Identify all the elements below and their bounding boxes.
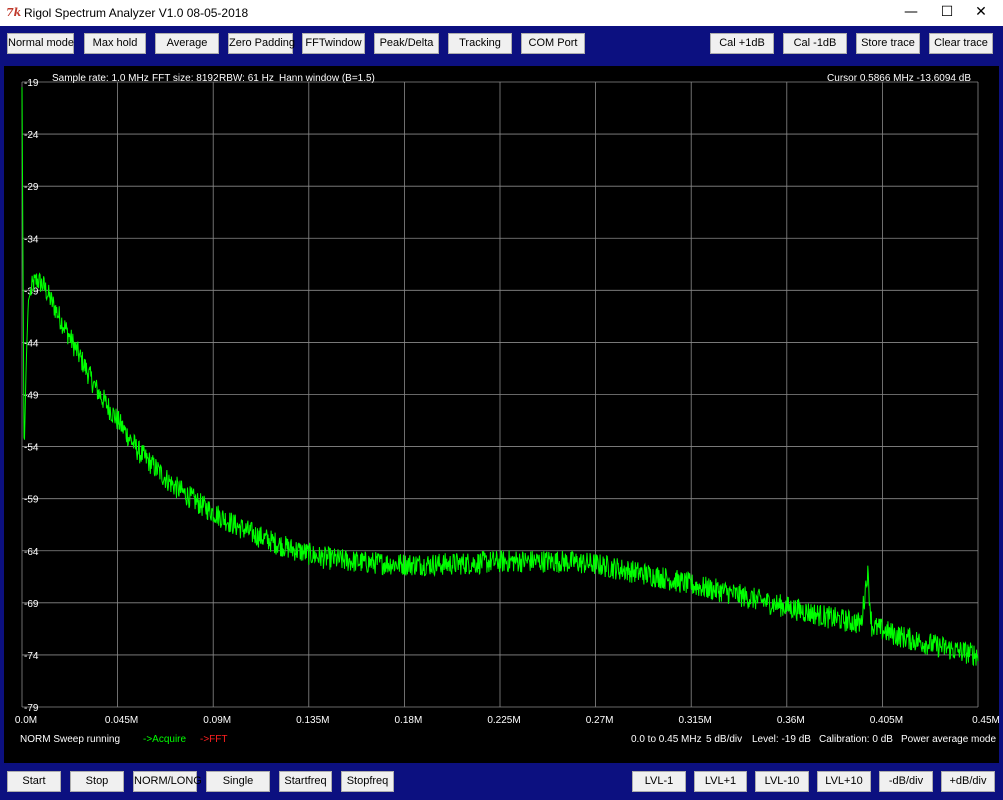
sample-rate-label: Sample rate: 1.0 MHz xyxy=(52,73,149,84)
x-tick-label: 0.36M xyxy=(777,715,805,726)
window-title: Rigol Spectrum Analyzer V1.0 08-05-2018 xyxy=(24,6,249,20)
y-tick-label: -74 xyxy=(24,651,39,662)
x-tick-label: 0.18M xyxy=(395,715,423,726)
stop-freq-button[interactable]: Stopfreq xyxy=(341,771,394,792)
fft-window-button[interactable]: FFTwindow xyxy=(302,33,365,54)
close-button[interactable]: ✕ xyxy=(958,0,1003,26)
y-tick-label: -24 xyxy=(24,130,39,141)
average-mode: Power average mode xyxy=(901,734,996,745)
x-tick-label: 0.405M xyxy=(870,715,903,726)
level-plus-1-button[interactable]: LVL+1 xyxy=(694,771,747,792)
rbw-label: RBW: 61 Hz xyxy=(219,73,274,84)
calibration-value: Calibration: 0 dB xyxy=(819,734,893,745)
cal-plus-1db-button[interactable]: Cal +1dB xyxy=(710,33,774,54)
level-minus-10-button[interactable]: LVL-10 xyxy=(755,771,809,792)
title-bar[interactable]: 7k Rigol Spectrum Analyzer V1.0 08-05-20… xyxy=(0,0,1003,26)
spectrum-chart: -19-24-29-34-39-44-49-54-59-64-69-74-79 … xyxy=(15,73,999,745)
norm-long-button[interactable]: NORM/LONG xyxy=(133,771,202,792)
top-toolbar: Normal mode Max hold Average Zero Paddin… xyxy=(0,26,1003,61)
fft-indicator: ->FFT xyxy=(200,734,228,745)
max-hold-button[interactable]: Max hold xyxy=(84,33,146,54)
fft-size-label: FFT size: 8192 xyxy=(152,73,219,84)
y-tick-label: -79 xyxy=(24,703,39,714)
x-tick-label: 0.225M xyxy=(487,715,520,726)
start-button[interactable]: Start xyxy=(7,771,61,792)
acquire-indicator: ->Acquire xyxy=(143,734,187,745)
level-plus-10-button[interactable]: LVL+10 xyxy=(817,771,871,792)
db-div-minus-button[interactable]: -dB/div xyxy=(879,771,933,792)
x-tick-label: 0.045M xyxy=(105,715,138,726)
window-type-label: Hann window (B=1.5) xyxy=(279,73,375,84)
y-tick-label: -59 xyxy=(24,495,39,506)
cursor-readout: Cursor 0.5866 MHz -13.6094 dB xyxy=(827,73,971,84)
com-port-button[interactable]: COM Port xyxy=(521,33,585,54)
spectrum-analyzer-window: 7k Rigol Spectrum Analyzer V1.0 08-05-20… xyxy=(0,0,1003,800)
single-button[interactable]: Single xyxy=(206,771,270,792)
x-tick-labels: 0.0M 0.045M 0.09M 0.135M 0.18M 0.225M 0.27M 0.3… xyxy=(15,715,999,726)
y-tick-labels: -19-24-29-34-39-44-49-54-59-64-69-74-79 xyxy=(24,78,39,714)
x-tick-label: 0.0M xyxy=(15,715,37,726)
x-tick-label: 0.45M xyxy=(972,715,999,726)
spectrum-display[interactable]: -19 -24 -29 -34 -39 -44 -49 -54 -59 -64 -69 -74 -79 … xyxy=(4,66,999,763)
peak-delta-button[interactable]: Peak/Delta xyxy=(374,33,439,54)
x-tick-label: 0.135M xyxy=(296,715,329,726)
level-minus-1-button[interactable]: LVL-1 xyxy=(632,771,686,792)
reference-level: Level: -19 dB xyxy=(752,734,811,745)
db-per-div: 5 dB/div xyxy=(706,734,742,745)
stop-button[interactable]: Stop xyxy=(70,771,124,792)
zero-padding-button[interactable]: Zero Padding xyxy=(228,33,295,54)
x-tick-label: 0.27M xyxy=(586,715,614,726)
y-tick-label: -49 xyxy=(24,391,39,402)
clear-trace-button[interactable]: Clear trace xyxy=(929,33,993,54)
normal-mode-button[interactable]: Normal mode xyxy=(7,33,74,54)
x-tick-label: 0.09M xyxy=(203,715,231,726)
y-tick-label: -69 xyxy=(24,599,39,610)
store-trace-button[interactable]: Store trace xyxy=(856,33,920,54)
tk-feather-icon: 7k xyxy=(6,6,22,19)
cal-minus-1db-button[interactable]: Cal -1dB xyxy=(783,33,847,54)
average-button[interactable]: Average xyxy=(155,33,219,54)
y-tick-label: -44 xyxy=(24,338,39,349)
tracking-button[interactable]: Tracking xyxy=(448,33,512,54)
db-div-plus-button[interactable]: +dB/div xyxy=(941,771,995,792)
x-tick-label: 0.315M xyxy=(679,715,712,726)
y-tick-label: -29 xyxy=(24,182,39,193)
y-tick-label: -19 xyxy=(24,78,39,89)
y-tick-label: -34 xyxy=(24,234,39,245)
y-tick-label: -64 xyxy=(24,547,39,558)
start-freq-button[interactable]: Startfreq xyxy=(279,771,332,792)
frequency-range: 0.0 to 0.45 MHz xyxy=(631,734,702,745)
sweep-status: NORM Sweep running xyxy=(20,734,120,745)
y-tick-label: -54 xyxy=(24,443,39,454)
bottom-toolbar: Start Stop NORM/LONG Single Startfreq St… xyxy=(0,763,1003,800)
